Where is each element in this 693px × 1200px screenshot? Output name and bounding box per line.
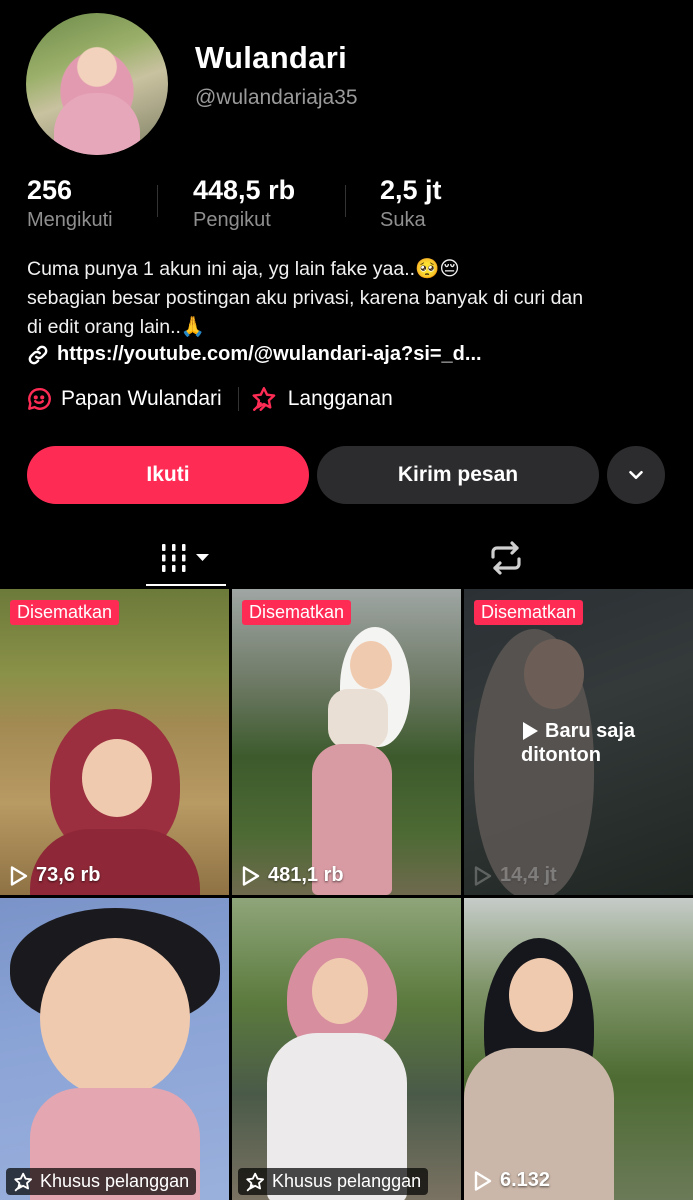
pinned-badge: Disematkan [242,600,352,625]
view-count: 481,1 rb [241,864,344,887]
bio-line: sebagian besar postingan aku privasi, ka… [27,287,584,309]
profile-handle: @wulandariaja35 [195,86,358,109]
tab-videos[interactable] [146,530,226,586]
chip-board[interactable]: Papan Wulandari [26,386,222,412]
subscriber-only-text: Khusus pelanggan [272,1171,422,1191]
view-count: 73,6 rb [9,864,100,887]
view-count-value: 14,4 jt [500,864,557,886]
play-outline-icon [474,865,492,886]
recently-watched-overlay: Baru saja ditonton [521,719,635,767]
stat-likes-label: Suka [380,209,426,231]
recently-watched-line2: ditonton [521,744,601,766]
video-thumbnail[interactable]: Disematkan 73,6 rb [0,589,229,895]
repost-icon [491,541,521,575]
video-grid: Disematkan 73,6 rb Disematkan 481,1 rb D… [0,589,693,1200]
stat-following-label: Mengikuti [27,209,113,231]
star-ribbon-icon [252,387,276,411]
avatar-figure [54,93,140,155]
bio-line: di edit orang lain..🙏 [27,316,206,338]
stat-likes-value: 2,5 jt [380,175,442,205]
play-outline-icon [242,865,260,886]
star-ribbon-icon [246,1172,264,1191]
stat-likes[interactable]: 2,5 jt Suka [380,175,442,232]
view-count: 14,4 jt [473,864,557,887]
view-count-value: 73,6 rb [36,864,101,886]
smile-bubble-icon [28,388,51,410]
subscriber-only-label: Khusus pelanggan [6,1168,197,1195]
video-thumbnail[interactable]: Disematkan Baru saja ditonton 14,4 jt [464,589,693,895]
stat-divider [345,185,346,217]
stat-followers[interactable]: 448,5 rb Pengikut [193,175,295,232]
profile-avatar[interactable] [26,13,168,155]
profile-link[interactable]: https://youtube.com/@wulandari-aja?si=_d… [27,343,482,366]
stat-divider [157,185,158,217]
pinned-badge: Disematkan [474,600,584,625]
chip-board-label: Papan Wulandari [61,387,222,410]
pinned-badge: Disematkan [10,600,120,625]
more-options-button[interactable] [607,446,665,504]
tab-active-indicator [146,584,226,586]
stat-following-value: 256 [27,175,73,205]
view-count-value: 481,1 rb [268,864,344,886]
stat-followers-value: 448,5 rb [193,175,296,205]
play-outline-icon [10,865,28,886]
video-thumbnail[interactable]: Khusus pelanggan [0,898,229,1200]
video-thumbnail[interactable]: Khusus pelanggan [232,898,461,1200]
send-message-button[interactable]: Kirim pesan [317,446,599,504]
profile-name: Wulandari [195,40,347,75]
chip-divider [237,387,239,411]
subscriber-only-label: Khusus pelanggan [238,1168,429,1195]
bio-line: Cuma punya 1 akun ini aja, yg lain fake … [27,258,460,280]
play-icon [523,722,538,740]
chip-subscription-label: Langganan [287,387,393,410]
follow-button[interactable]: Ikuti [27,446,309,504]
grid-icon [162,544,209,572]
video-thumbnail[interactable]: Disematkan 481,1 rb [232,589,461,895]
link-icon [28,345,48,364]
recently-watched-line1: Baru saja [545,720,636,742]
chip-subscription[interactable]: Langganan [251,386,393,412]
stat-following[interactable]: 256 Mengikuti [27,175,113,232]
stat-followers-label: Pengikut [193,209,271,231]
play-outline-icon [474,1170,492,1191]
view-count-value: 6.132 [500,1169,551,1191]
profile-bio: Cuma punya 1 akun ini aja, yg lain fake … [27,255,677,342]
tab-reposts[interactable] [466,530,546,586]
star-ribbon-icon [14,1172,32,1191]
chevron-down-icon [629,470,643,480]
view-count: 6.132 [473,1169,550,1192]
profile-chips: Papan Wulandari Langganan [26,386,393,412]
subscriber-only-text: Khusus pelanggan [40,1171,190,1191]
video-thumbnail[interactable]: 6.132 [464,898,693,1200]
profile-link-text: https://youtube.com/@wulandari-aja?si=_d… [57,343,482,365]
